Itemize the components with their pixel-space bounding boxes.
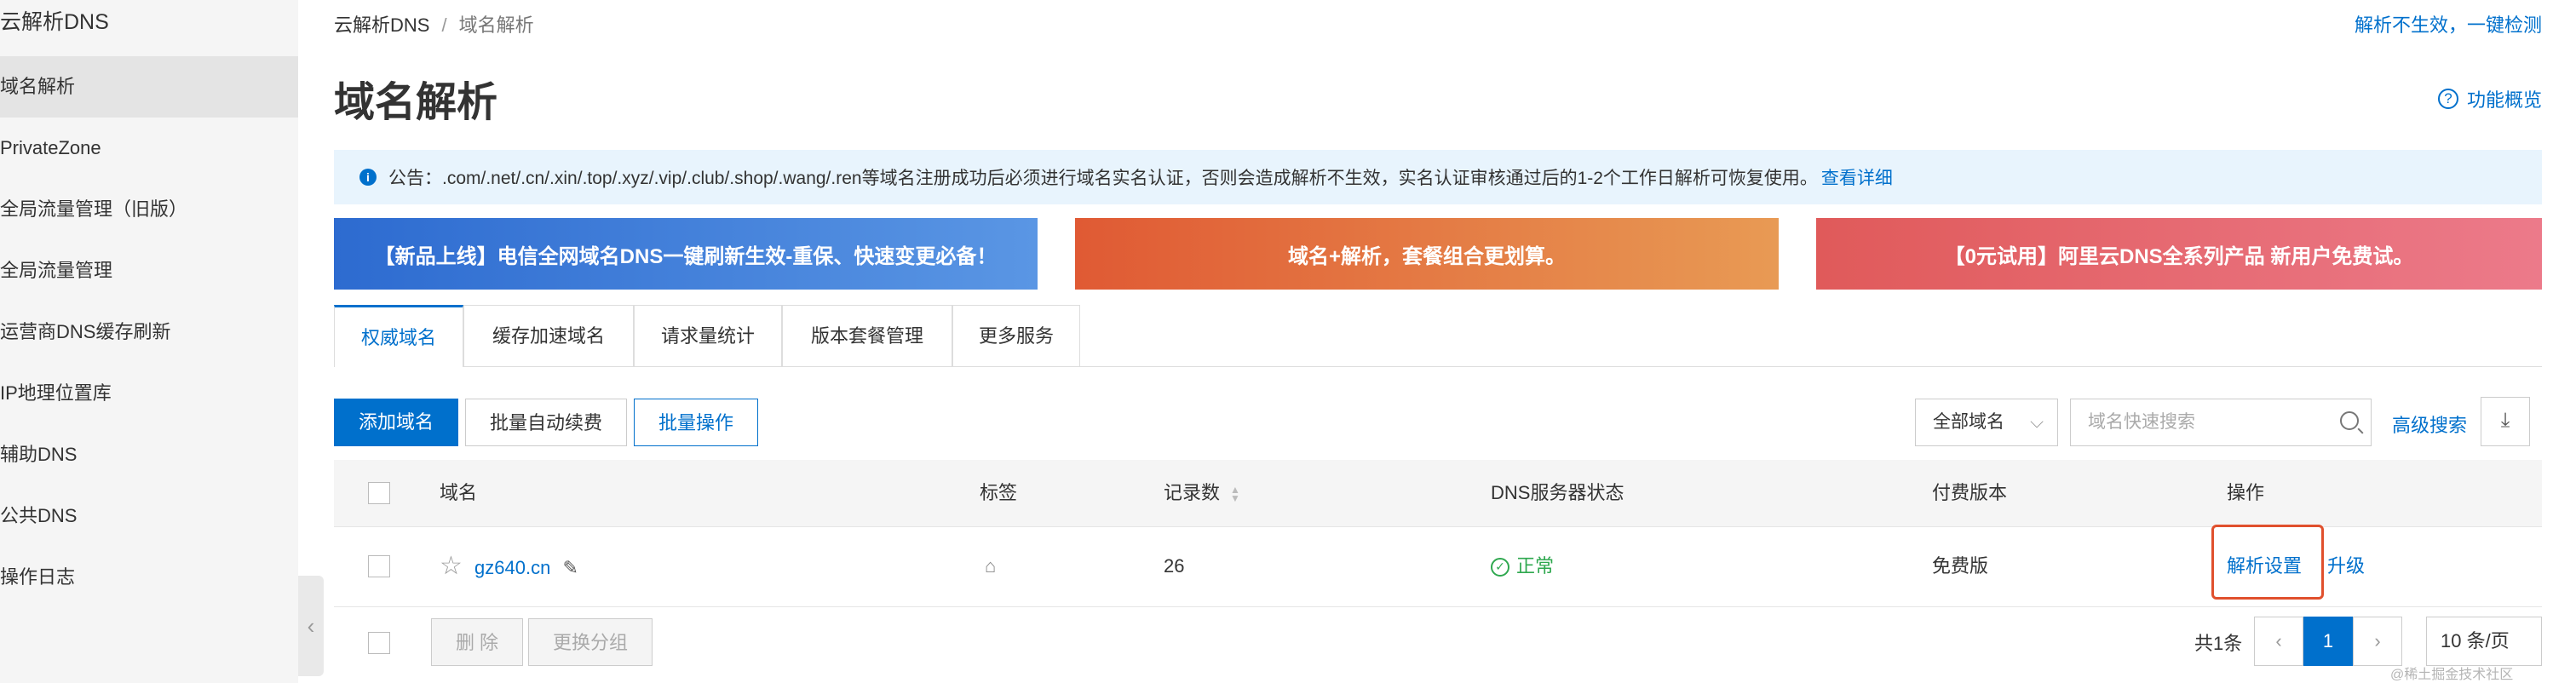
banner-free-trial[interactable]: 【0元试用】阿里云DNS全系列产品 新用户免费试。 — [1816, 218, 2542, 290]
sidebar-item-public-dns[interactable]: 公共DNS — [0, 485, 298, 547]
tab-cache-accel[interactable]: 缓存加速域名 — [463, 305, 634, 366]
feature-overview-label: 功能概览 — [2466, 89, 2542, 111]
notice-text: 公告：.com/.net/.cn/.xin/.top/.xyz/.vip/.cl… — [388, 169, 1818, 188]
column-header-domain: 域名 — [440, 482, 478, 503]
check-circle-icon: ✓ — [1491, 558, 1509, 577]
column-header-records[interactable]: 记录数 ▲ ▼ — [1164, 460, 1240, 526]
add-domain-button[interactable]: 添加域名 — [334, 399, 458, 446]
advanced-search-link[interactable]: 高级搜索 — [2392, 410, 2467, 438]
next-page-icon[interactable]: › — [2353, 617, 2402, 666]
edition-cell: 免费版 — [1932, 555, 1989, 577]
watermark: @稀土掘金技术社区 — [2390, 668, 2514, 682]
edit-icon[interactable]: ✎ — [562, 557, 578, 578]
notice-bar: i 公告：.com/.net/.cn/.xin/.top/.xyz/.vip/.… — [334, 150, 2542, 204]
domain-search-box — [2070, 399, 2372, 446]
chevron-down-icon: ⌵ — [2030, 412, 2044, 432]
tab-more-services[interactable]: 更多服务 — [952, 305, 1080, 366]
sidebar-item-secondary-dns[interactable]: 辅助DNS — [0, 424, 298, 485]
page-number-current[interactable]: 1 — [2303, 617, 2353, 666]
notice-detail-link[interactable]: 查看详细 — [1821, 164, 1893, 190]
info-icon: i — [359, 169, 377, 186]
search-icon[interactable] — [2340, 411, 2359, 430]
change-group-button[interactable]: 更换分组 — [528, 618, 653, 666]
download-icon[interactable]: ⤓ — [2481, 397, 2530, 446]
batch-auto-renew-button[interactable]: 批量自动续费 — [465, 399, 627, 446]
sidebar: 云解析DNS 域名解析 PrivateZone 全局流量管理（旧版） 全局流量管… — [0, 0, 298, 683]
sort-icon[interactable]: ▲ ▼ — [1230, 485, 1240, 503]
star-icon[interactable]: ☆ — [440, 552, 463, 580]
sidebar-item-cache-refresh[interactable]: 运营商DNS缓存刷新 — [0, 301, 298, 363]
domain-search-input[interactable] — [2071, 399, 2337, 445]
column-header-records-label: 记录数 — [1164, 482, 1221, 503]
column-header-tag: 标签 — [980, 482, 1018, 503]
total-count: 共1条 — [2194, 633, 2243, 654]
breadcrumb-root[interactable]: 云解析DNS — [334, 14, 429, 36]
select-all-checkbox[interactable] — [368, 482, 390, 504]
main-content: 云解析DNS / 域名解析 解析不生效，一键检测 域名解析 ? 功能概览 i 公告：… — [334, 0, 2576, 683]
sidebar-item-gtm-legacy[interactable]: 全局流量管理（旧版） — [0, 179, 298, 240]
help-icon: ? — [2437, 89, 2458, 109]
tab-edition-management[interactable]: 版本套餐管理 — [782, 305, 952, 366]
prev-page-icon[interactable]: ‹ — [2254, 617, 2303, 666]
highlight-annotation — [2211, 525, 2324, 600]
sidebar-item-dns-resolution[interactable]: 域名解析 — [0, 56, 298, 118]
tab-request-stats[interactable]: 请求量统计 — [634, 305, 782, 366]
row-checkbox[interactable] — [368, 555, 390, 577]
table-header: 域名 标签 记录数 ▲ ▼ DNS服务器状态 付费版本 操作 — [334, 460, 2542, 527]
breadcrumb-current: 域名解析 — [458, 14, 534, 36]
sidebar-item-gtm[interactable]: 全局流量管理 — [0, 240, 298, 301]
records-count: 26 — [1164, 555, 1185, 577]
sidebar-title: 云解析DNS — [0, 10, 109, 34]
domain-filter-select[interactable]: 全部域名 ⌵ — [1915, 399, 2058, 446]
tab-authoritative[interactable]: 权威域名 — [334, 305, 463, 367]
delete-button[interactable]: 删 除 — [431, 618, 523, 666]
banner-domain-bundle[interactable]: 域名+解析，套餐组合更划算。 — [1075, 218, 1779, 290]
domain-cell: ☆ gz640.cn ✎ — [440, 526, 578, 606]
sidebar-item-ip-geo[interactable]: IP地理位置库 — [0, 363, 298, 424]
page-title: 域名解析 — [334, 80, 498, 125]
footer-select-all-checkbox[interactable] — [368, 632, 390, 654]
page-size-select[interactable]: 10 条/页 — [2426, 617, 2542, 666]
banner-dns-refresh[interactable]: 【新品上线】电信全网域名DNS一键刷新生效-重保、快速变更必备！ — [334, 218, 1038, 290]
breadcrumb-separator: / — [441, 14, 447, 36]
column-header-edition: 付费版本 — [1932, 482, 2008, 503]
tag-icon[interactable]: ⌂ — [985, 526, 996, 606]
dns-status-text: 正常 — [1516, 555, 1555, 577]
domain-filter-value: 全部域名 — [1933, 412, 2004, 432]
sidebar-collapse-icon[interactable]: ‹ — [298, 576, 324, 676]
column-header-actions: 操作 — [2227, 482, 2265, 503]
column-header-dns-status: DNS服务器状态 — [1491, 482, 1624, 503]
dns-status-cell: ✓ 正常 — [1491, 526, 1554, 606]
batch-operation-button[interactable]: 批量操作 — [634, 399, 758, 446]
one-click-check-link[interactable]: 解析不生效，一键检测 — [2355, 10, 2542, 37]
tab-bar: 权威域名 缓存加速域名 请求量统计 版本套餐管理 更多服务 — [334, 305, 2542, 367]
sidebar-item-privatezone[interactable]: PrivateZone — [0, 118, 298, 179]
upgrade-link[interactable]: 升级 — [2327, 526, 2365, 606]
breadcrumb: 云解析DNS / 域名解析 — [334, 10, 534, 37]
sidebar-item-operation-log[interactable]: 操作日志 — [0, 547, 298, 608]
feature-overview-link[interactable]: ? 功能概览 — [2437, 85, 2542, 112]
domain-link[interactable]: gz640.cn — [474, 557, 550, 578]
